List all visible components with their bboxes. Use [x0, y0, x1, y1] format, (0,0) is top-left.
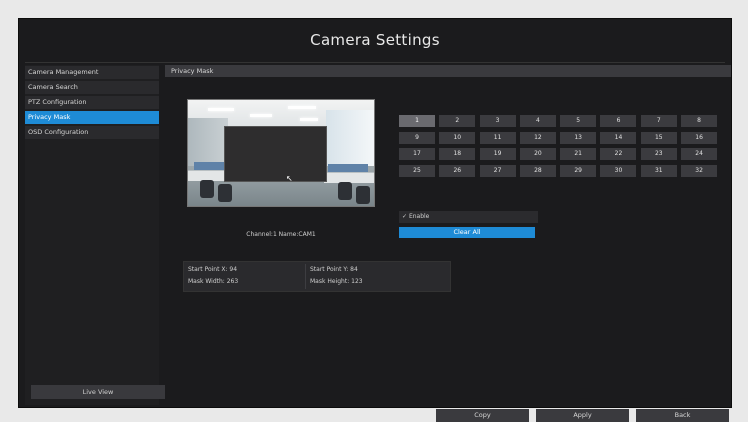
ceiling-light — [208, 108, 234, 111]
copy-button[interactable]: Copy — [436, 409, 529, 422]
sidebar-item-osd-configuration[interactable]: OSD Configuration — [25, 126, 159, 139]
title-divider — [25, 62, 725, 63]
camera-preview[interactable]: ↖ — [187, 99, 375, 207]
channel-button-19[interactable]: 19 — [479, 148, 516, 160]
enable-checkbox[interactable]: ✓ Enable — [399, 211, 538, 223]
channel-button-8[interactable]: 8 — [681, 115, 718, 127]
start-point-x: Start Point X: 94 — [188, 266, 238, 273]
mask-width: Mask Width: 263 — [188, 278, 239, 285]
channel-button-23[interactable]: 23 — [640, 148, 677, 160]
channel-button-13[interactable]: 13 — [560, 131, 597, 144]
channel-button-11[interactable]: 11 — [479, 131, 516, 144]
enable-label: Enable — [408, 213, 430, 220]
channel-button-30[interactable]: 30 — [600, 164, 637, 177]
sidebar-item-camera-search[interactable]: Camera Search — [25, 81, 159, 94]
channel-button-22[interactable]: 22 — [600, 148, 637, 160]
channel-button-20[interactable]: 20 — [519, 148, 556, 160]
mouse-cursor-icon: ↖ — [286, 174, 293, 183]
sidebar-item-ptz-configuration[interactable]: PTZ Configuration — [25, 96, 159, 109]
back-button[interactable]: Back — [636, 409, 729, 422]
apply-button[interactable]: Apply — [536, 409, 629, 422]
channel-button-26[interactable]: 26 — [439, 164, 476, 177]
channel-button-28[interactable]: 28 — [519, 164, 556, 177]
channel-button-4[interactable]: 4 — [519, 115, 556, 127]
ceiling-light — [250, 114, 272, 117]
channel-button-12[interactable]: 12 — [519, 131, 556, 144]
channel-button-16[interactable]: 16 — [681, 131, 718, 144]
channel-button-3[interactable]: 3 — [479, 115, 516, 127]
channel-name-label: Channel:1 Name:CAM1 — [246, 231, 316, 238]
sidebar-item-privacy-mask[interactable]: Privacy Mask — [25, 111, 159, 124]
ceiling-light — [300, 118, 318, 121]
live-view-button[interactable]: Live View — [31, 385, 165, 399]
desk-partition — [328, 164, 368, 172]
window-title: Camera Settings — [310, 31, 440, 49]
channel-button-18[interactable]: 18 — [439, 148, 476, 160]
channel-button-6[interactable]: 6 — [600, 115, 637, 127]
mask-coordinates-panel: Start Point X: 94 Start Point Y: 84 Mask… — [183, 261, 451, 292]
camera-settings-window: Camera Settings Camera Management Camera… — [18, 18, 732, 422]
office-chair — [218, 184, 232, 202]
sidebar-item-camera-management[interactable]: Camera Management — [25, 66, 159, 79]
mask-height: Mask Height: 123 — [310, 278, 363, 285]
channel-button-21[interactable]: 21 — [560, 148, 597, 160]
channel-button-10[interactable]: 10 — [439, 131, 476, 144]
start-point-y: Start Point Y: 84 — [310, 266, 358, 273]
ceiling-light — [288, 106, 316, 109]
channel-button-7[interactable]: 7 — [640, 115, 677, 127]
channel-button-14[interactable]: 14 — [600, 131, 637, 144]
office-chair — [200, 180, 214, 198]
channel-button-17[interactable]: 17 — [399, 148, 435, 160]
channel-button-5[interactable]: 5 — [560, 115, 597, 127]
section-header: Privacy Mask — [165, 65, 731, 77]
channel-button-32[interactable]: 32 — [681, 164, 718, 177]
channel-button-25[interactable]: 25 — [399, 164, 435, 177]
channel-button-9[interactable]: 9 — [399, 131, 435, 144]
privacy-mask-region[interactable] — [224, 126, 327, 182]
coordinates-divider — [305, 264, 306, 289]
sidebar: Camera Management Camera Search PTZ Conf… — [25, 65, 165, 405]
channel-button-29[interactable]: 29 — [560, 164, 597, 177]
channel-button-27[interactable]: 27 — [479, 164, 516, 177]
channel-grid: 1 2 3 4 5 6 7 8 9 10 11 12 13 14 15 16 1… — [399, 115, 718, 177]
channel-button-31[interactable]: 31 — [640, 164, 677, 177]
checkmark-icon: ✓ — [402, 213, 409, 220]
office-chair — [356, 186, 370, 204]
office-chair — [338, 182, 352, 200]
channel-button-24[interactable]: 24 — [681, 148, 718, 160]
channel-button-2[interactable]: 2 — [439, 115, 476, 127]
main-panel: Privacy Mask ↖ Channel:1 Name:CAM1 Start… — [165, 65, 731, 422]
clear-all-button[interactable]: Clear All — [399, 227, 535, 238]
channel-button-15[interactable]: 15 — [640, 131, 677, 144]
channel-button-1[interactable]: 1 — [399, 115, 435, 127]
